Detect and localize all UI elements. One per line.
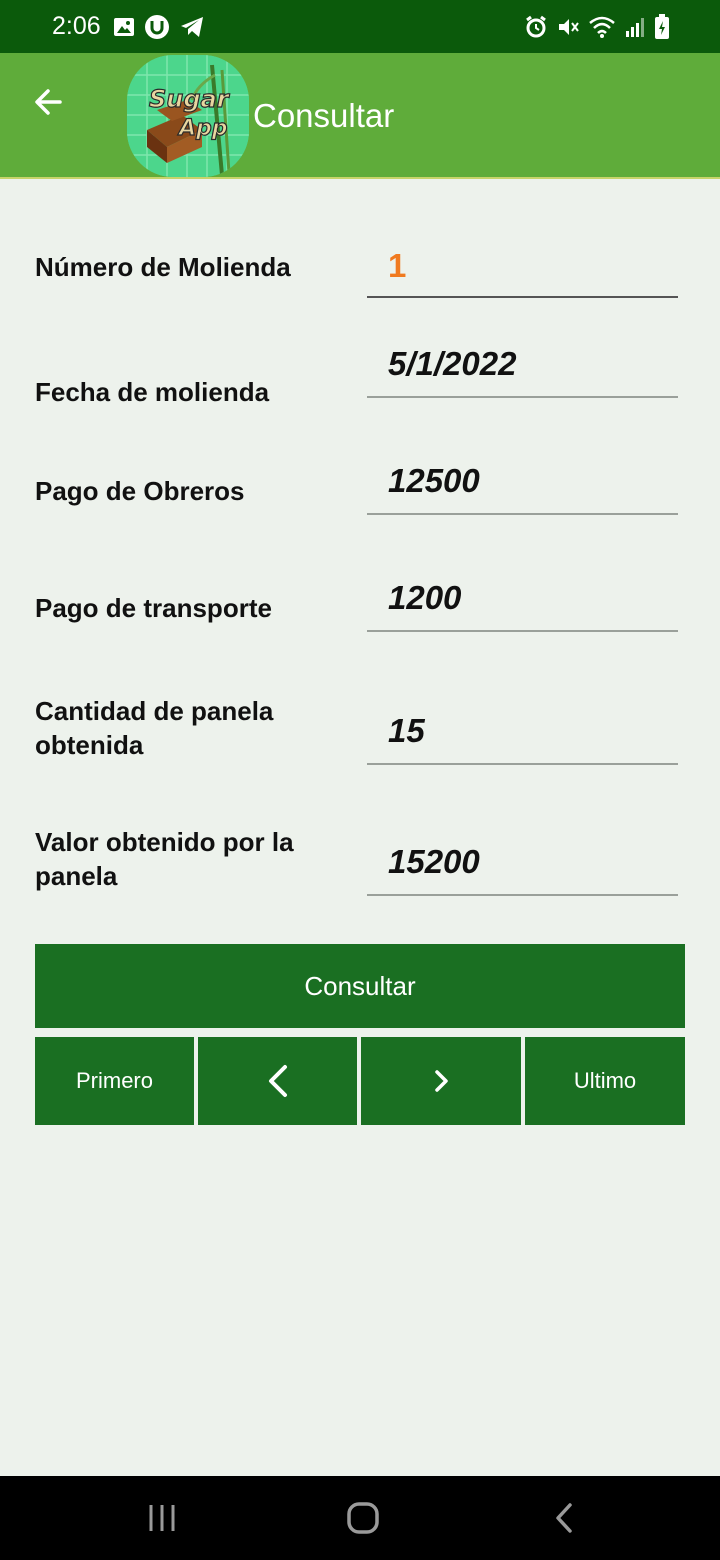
battery-icon	[654, 14, 670, 45]
u-badge-icon	[144, 14, 170, 45]
panela-quantity-field[interactable]: 15	[388, 712, 425, 750]
home-icon[interactable]	[345, 1500, 381, 1536]
panela-value-label: Valor obtenido por la panela	[35, 827, 294, 891]
alarm-icon	[524, 15, 548, 44]
telegram-icon	[179, 15, 205, 44]
transport-payment-label: Pago de transporte	[35, 593, 272, 623]
system-status-icons	[524, 14, 670, 45]
grinding-number-underline	[367, 296, 678, 298]
system-navigation-bar	[0, 1476, 720, 1560]
app-bar: Sugar App Consultar	[0, 53, 720, 179]
recent-apps-icon[interactable]	[146, 1502, 178, 1534]
system-back-icon[interactable]	[550, 1500, 580, 1536]
grinding-number-label: Número de Molienda	[35, 252, 291, 282]
transport-payment-underline	[367, 630, 678, 632]
back-button[interactable]	[30, 84, 70, 120]
grinding-date-label: Fecha de molienda	[35, 377, 270, 407]
chevron-right-icon	[435, 1070, 448, 1092]
panela-value-field[interactable]: 15200	[388, 843, 480, 881]
app-logo: Sugar App	[127, 55, 249, 177]
panela-value-underline	[367, 894, 678, 896]
chevron-left-icon	[268, 1065, 287, 1097]
arrow-back-icon	[35, 89, 62, 115]
mute-icon	[556, 15, 580, 44]
first-record-button[interactable]: Primero	[35, 1037, 194, 1125]
status-bar: 2:06	[0, 0, 720, 53]
workers-payment-field[interactable]: 12500	[388, 462, 480, 500]
gallery-icon	[113, 16, 135, 43]
workers-payment-underline	[367, 513, 678, 515]
next-record-button[interactable]	[361, 1037, 521, 1125]
grinding-date-underline	[367, 396, 678, 398]
previous-record-button[interactable]	[198, 1037, 357, 1125]
panela-quantity-label: Cantidad de panela obtenida	[35, 696, 274, 760]
transport-payment-field[interactable]: 1200	[388, 579, 461, 617]
svg-text:Sugar: Sugar	[149, 85, 231, 113]
svg-text:App: App	[177, 116, 228, 141]
wifi-icon	[588, 15, 616, 44]
workers-payment-label: Pago de Obreros	[35, 476, 245, 506]
grinding-number-field[interactable]: 1	[388, 247, 406, 285]
consult-button[interactable]: Consultar	[35, 944, 685, 1028]
signal-icon	[624, 15, 646, 44]
grinding-date-field[interactable]: 5/1/2022	[388, 345, 516, 383]
page-title: Consultar	[253, 97, 395, 134]
status-time: 2:06	[52, 12, 101, 40]
notification-icons	[113, 14, 205, 45]
panela-quantity-underline	[367, 763, 678, 765]
last-record-button[interactable]: Ultimo	[525, 1037, 685, 1125]
